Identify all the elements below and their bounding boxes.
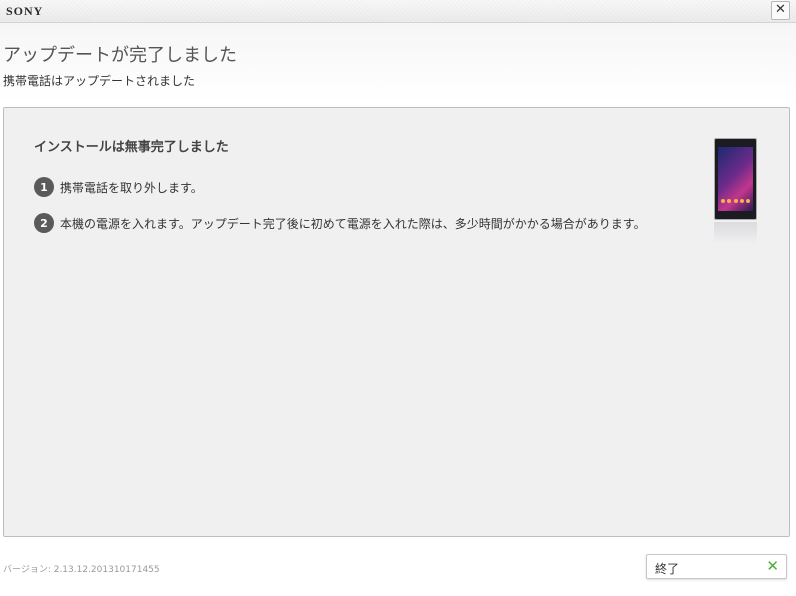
title-bar: SONY ✕ [0, 0, 796, 23]
page-subtitle: 携帯電話はアップデートされました [3, 74, 196, 88]
phone-reflection [714, 222, 757, 244]
phone-screen [718, 147, 753, 211]
step-number-badge: 2 [34, 213, 54, 233]
step-2: 2 本機の電源を入れます。アップデート完了後に初めて電源を入れた際は、多少時間が… [34, 212, 646, 234]
version-label: バージョン: 2.13.12.201310171455 [3, 565, 160, 575]
step-1: 1 携帯電話を取り外します。 [34, 176, 203, 198]
page-title: アップデートが完了しました [3, 45, 237, 66]
finish-button-label: 終了 [655, 562, 680, 576]
close-button[interactable]: ✕ [771, 1, 790, 20]
step-number-badge: 1 [34, 177, 54, 197]
step-text: 本機の電源を入れます。アップデート完了後に初めて電源を入れた際は、多少時間がかか… [60, 216, 646, 231]
check-icon: ✕ [766, 557, 779, 575]
panel-heading: インストールは無事完了しました [34, 140, 229, 155]
sony-logo: SONY [6, 4, 44, 18]
close-icon: ✕ [775, 2, 786, 17]
phone-image [714, 138, 757, 220]
finish-button[interactable]: 終了 ✕ [646, 554, 787, 579]
content-panel: インストールは無事完了しました 1 携帯電話を取り外します。 2 本機の電源を入… [3, 107, 790, 537]
step-text: 携帯電話を取り外します。 [60, 180, 203, 195]
